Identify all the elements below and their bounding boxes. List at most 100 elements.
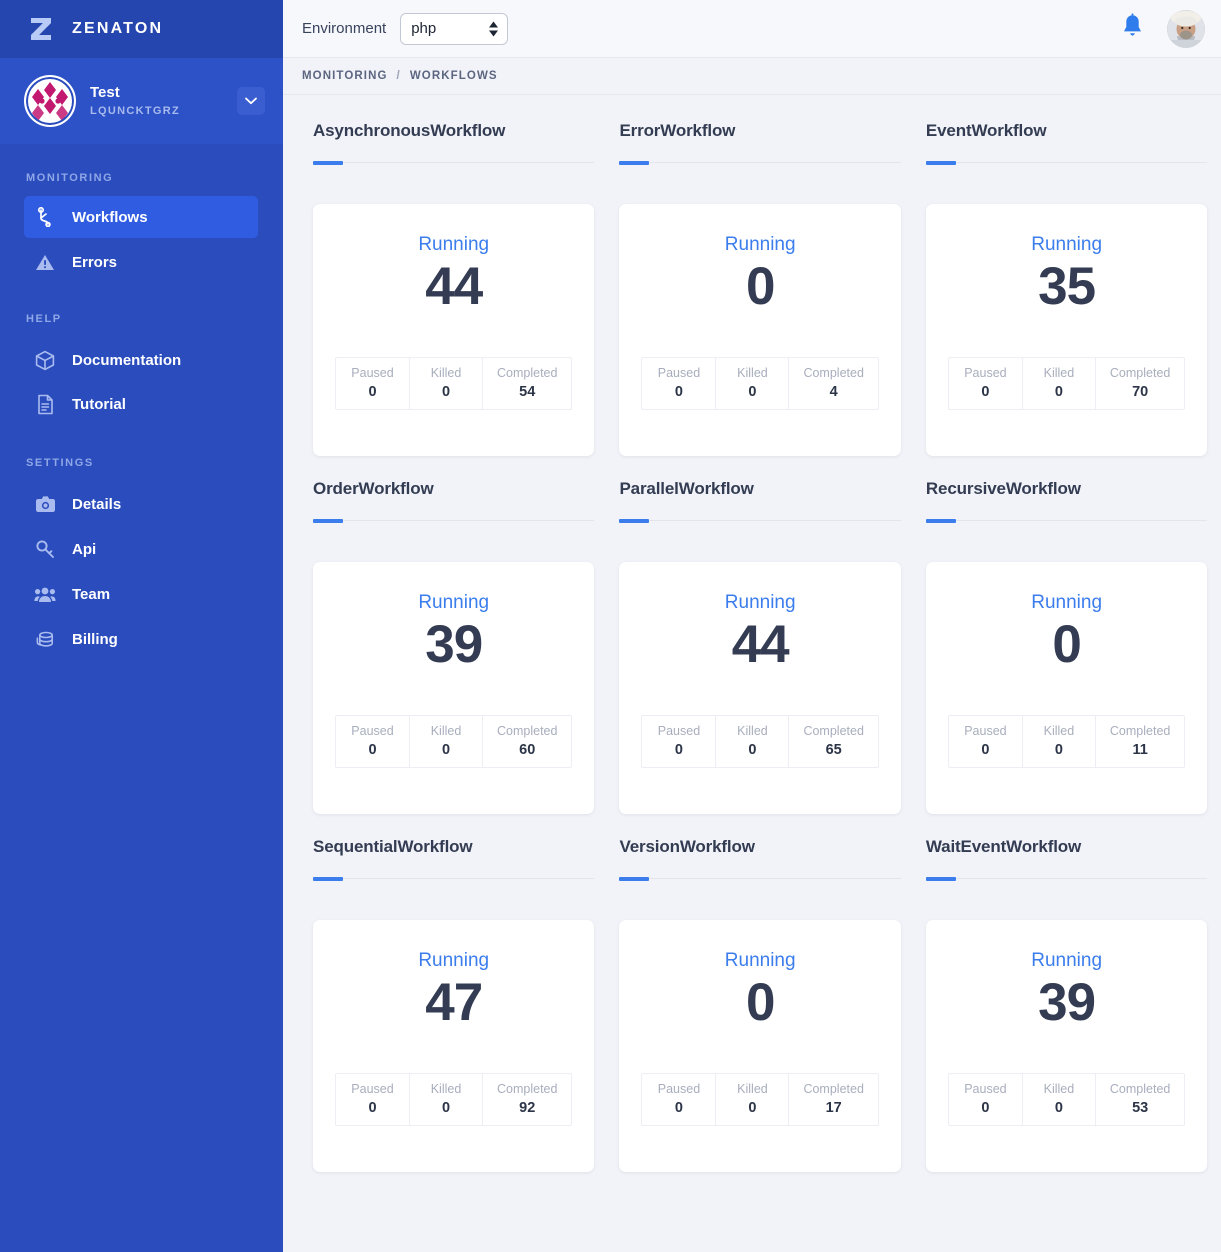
stat-value-paused: 0 — [350, 1100, 395, 1116]
stat-label-paused: Paused — [350, 1082, 395, 1096]
stat-paused: Paused 0 — [336, 358, 409, 409]
sidebar-item-workflows[interactable]: Workflows — [24, 196, 258, 238]
workflow-stats-table: Paused 0 Killed 0 Completed 60 — [335, 715, 572, 768]
stat-value-completed: 17 — [803, 1100, 863, 1116]
workflow-title[interactable]: AsynchronousWorkflow — [313, 121, 594, 141]
workflow-title[interactable]: RecursiveWorkflow — [926, 479, 1207, 499]
stat-value-paused: 0 — [350, 742, 395, 758]
workflow-title[interactable]: OrderWorkflow — [313, 479, 594, 499]
sidebar-item-billing[interactable]: Billing — [24, 618, 258, 660]
workflow-title[interactable]: VersionWorkflow — [619, 837, 900, 857]
workflow-status-label: Running — [418, 234, 489, 256]
workflow-card[interactable]: Running 47 Paused 0 Killed 0 Completed 9… — [313, 920, 594, 1172]
stat-value-killed: 0 — [730, 742, 774, 758]
stat-killed: Killed 0 — [409, 716, 482, 767]
sidebar-item-errors[interactable]: Errors — [24, 241, 258, 283]
topbar-actions — [1120, 10, 1205, 48]
stat-paused: Paused 0 — [336, 1074, 409, 1125]
workflow-running-count: 39 — [425, 615, 482, 676]
workflow-card[interactable]: Running 44 Paused 0 Killed 0 Completed 5… — [313, 204, 594, 456]
environment-select[interactable]: php — [400, 13, 508, 45]
sidebar-item-label: Billing — [72, 631, 118, 648]
nav-group-help: Documentation Tutorial — [0, 339, 283, 425]
workflow-card[interactable]: Running 0 Paused 0 Killed 0 Completed 4 — [619, 204, 900, 456]
brand-header[interactable]: ZENATON — [0, 0, 283, 58]
identicon-avatar — [24, 75, 76, 127]
stat-label-paused: Paused — [350, 366, 395, 380]
stat-value-paused: 0 — [656, 742, 701, 758]
stat-completed: Completed 70 — [1095, 358, 1184, 409]
stat-value-killed: 0 — [424, 1100, 468, 1116]
workflow-card[interactable]: Running 35 Paused 0 Killed 0 Completed 7… — [926, 204, 1207, 456]
workflow-card[interactable]: Running 0 Paused 0 Killed 0 Completed 11 — [926, 562, 1207, 814]
breadcrumb-item-monitoring[interactable]: MONITORING — [302, 70, 388, 82]
breadcrumb: MONITORING / WORKFLOWS — [283, 58, 1221, 95]
workflow-rule — [619, 520, 900, 521]
sidebar-item-team[interactable]: Team — [24, 573, 258, 615]
workflow-block: EventWorkflow Running 35 Paused 0 Killed… — [926, 121, 1207, 479]
user-avatar[interactable] — [1167, 10, 1205, 48]
sidebar-item-details[interactable]: Details — [24, 483, 258, 525]
environment-select-value: php — [411, 20, 436, 37]
workflow-running-count: 39 — [1038, 973, 1095, 1034]
sidebar-item-label: Documentation — [72, 352, 181, 369]
stat-label-completed: Completed — [1110, 366, 1170, 380]
workflow-status-label: Running — [418, 950, 489, 972]
workflow-stats-table: Paused 0 Killed 0 Completed 70 — [948, 357, 1185, 410]
stat-completed: Completed 11 — [1095, 716, 1184, 767]
sidebar-item-documentation[interactable]: Documentation — [24, 339, 258, 381]
brand-name: ZENATON — [72, 20, 163, 38]
stat-paused: Paused 0 — [336, 716, 409, 767]
coins-stack-icon — [34, 628, 56, 650]
workflow-stats-table: Paused 0 Killed 0 Completed 54 — [335, 357, 572, 410]
account-switcher[interactable]: Test LQUNCKTGRZ — [0, 58, 283, 144]
workflow-rule — [619, 878, 900, 879]
stat-value-completed: 65 — [803, 742, 863, 758]
environment-label: Environment — [302, 20, 386, 37]
stat-value-killed: 0 — [424, 384, 468, 400]
stat-label-killed: Killed — [730, 366, 774, 380]
workflow-title[interactable]: EventWorkflow — [926, 121, 1207, 141]
stat-value-paused: 0 — [963, 384, 1008, 400]
sidebar: ZENATON — [0, 0, 283, 1252]
key-icon — [34, 538, 56, 560]
workflow-card[interactable]: Running 39 Paused 0 Killed 0 Completed 6… — [313, 562, 594, 814]
stat-paused: Paused 0 — [642, 716, 715, 767]
workflow-stats-table: Paused 0 Killed 0 Completed 65 — [641, 715, 878, 768]
account-meta: Test LQUNCKTGRZ — [90, 84, 223, 119]
sidebar-item-label: Api — [72, 541, 96, 558]
zenaton-z-logo-icon — [24, 12, 58, 46]
stat-value-completed: 70 — [1110, 384, 1170, 400]
stat-value-killed: 0 — [424, 742, 468, 758]
stat-completed: Completed 54 — [482, 358, 571, 409]
workflow-card[interactable]: Running 0 Paused 0 Killed 0 Completed 17 — [619, 920, 900, 1172]
sidebar-item-label: Tutorial — [72, 396, 126, 413]
workflow-card[interactable]: Running 39 Paused 0 Killed 0 Completed 5… — [926, 920, 1207, 1172]
breadcrumb-item-workflows[interactable]: WORKFLOWS — [410, 70, 498, 82]
workflow-rule — [313, 878, 594, 879]
chevron-down-icon[interactable] — [237, 87, 265, 115]
workflow-stats-table: Paused 0 Killed 0 Completed 17 — [641, 1073, 878, 1126]
document-page-icon — [34, 393, 56, 415]
stat-value-completed: 54 — [497, 384, 557, 400]
workflow-rule — [926, 162, 1207, 163]
workflow-title[interactable]: WaitEventWorkflow — [926, 837, 1207, 857]
sidebar-item-label: Details — [72, 496, 121, 513]
workflow-block: WaitEventWorkflow Running 39 Paused 0 Ki… — [926, 837, 1207, 1195]
stat-value-paused: 0 — [963, 742, 1008, 758]
stat-completed: Completed 60 — [482, 716, 571, 767]
workflow-title[interactable]: SequentialWorkflow — [313, 837, 594, 857]
workflow-title[interactable]: ParallelWorkflow — [619, 479, 900, 499]
stat-paused: Paused 0 — [949, 716, 1022, 767]
workflow-block: RecursiveWorkflow Running 0 Paused 0 Kil… — [926, 479, 1207, 837]
sidebar-item-tutorial[interactable]: Tutorial — [24, 383, 258, 425]
box-package-icon — [34, 349, 56, 371]
notification-bell-icon[interactable] — [1120, 13, 1145, 45]
stat-value-killed: 0 — [730, 1100, 774, 1116]
stat-label-completed: Completed — [497, 366, 557, 380]
sidebar-item-api[interactable]: Api — [24, 528, 258, 570]
workflow-title[interactable]: ErrorWorkflow — [619, 121, 900, 141]
workflow-card[interactable]: Running 44 Paused 0 Killed 0 Completed 6… — [619, 562, 900, 814]
stat-label-paused: Paused — [656, 1082, 701, 1096]
stat-value-paused: 0 — [963, 1100, 1008, 1116]
